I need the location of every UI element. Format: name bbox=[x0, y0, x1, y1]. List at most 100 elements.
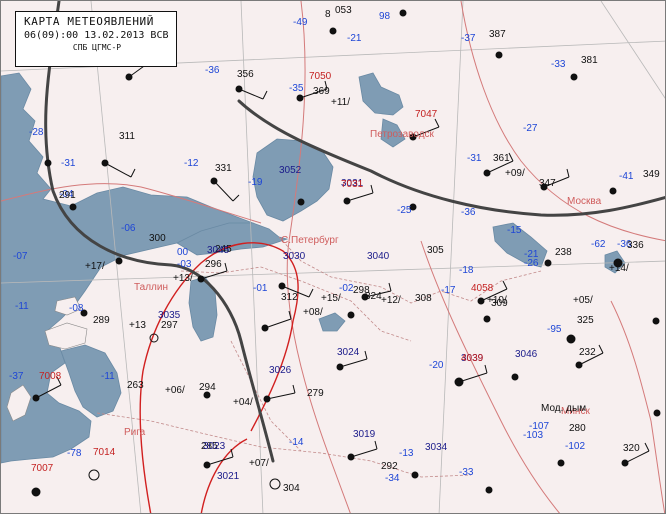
station-reading: -102 bbox=[565, 441, 585, 452]
station-reading: 232 bbox=[579, 347, 596, 358]
station-reading: 00 bbox=[177, 247, 189, 258]
station-reading: -08 bbox=[69, 303, 84, 314]
station-reading: -35 bbox=[289, 83, 304, 94]
station-reading: 7050 bbox=[309, 71, 332, 82]
station-reading: 7007 bbox=[31, 463, 54, 474]
station-reading: -01 bbox=[253, 283, 268, 294]
station-reading: -37 bbox=[9, 371, 24, 382]
map-title-box: КАРТА МЕТЕОЯВЛЕНИЙ 06(09):00 13.02.2013 … bbox=[15, 11, 177, 67]
station-reading: 349 bbox=[643, 169, 660, 180]
station-reading: -03 bbox=[177, 259, 192, 270]
station-reading: -36 bbox=[205, 65, 220, 76]
station-reading: -20 bbox=[429, 360, 444, 371]
station-reading: 3026 bbox=[269, 365, 292, 376]
station-reading: -17 bbox=[441, 285, 456, 296]
city-label-riga: Рига bbox=[124, 427, 146, 438]
station-reading: 297 bbox=[161, 320, 178, 331]
station-reading: 3040 bbox=[367, 251, 390, 262]
station-reading: 3030 bbox=[283, 251, 306, 262]
station-reading: 336 bbox=[627, 240, 644, 251]
station-reading: 294 bbox=[199, 382, 216, 393]
station-reading: 298 bbox=[353, 285, 370, 296]
station-reading: -37 bbox=[461, 33, 476, 44]
station-reading: 263 bbox=[127, 380, 144, 391]
map-title: КАРТА МЕТЕОЯВЛЕНИЙ bbox=[24, 15, 155, 28]
station-reading: 381 bbox=[581, 55, 598, 66]
station-reading: 3035 bbox=[158, 310, 181, 321]
station-reading: 3023 bbox=[203, 441, 226, 452]
station-reading: -27 bbox=[523, 123, 538, 134]
station-reading: 3034 bbox=[425, 442, 448, 453]
station-reading: -95 bbox=[547, 324, 562, 335]
station-reading: -31 bbox=[467, 153, 482, 164]
station-reading: 289 bbox=[93, 315, 110, 326]
station-reading: -15 bbox=[507, 225, 522, 236]
station-reading: -33 bbox=[459, 467, 474, 478]
station-reading: 356 bbox=[237, 69, 254, 80]
station-reading: 292 bbox=[381, 461, 398, 472]
synoptic-map-canvas: Петрозаводск С.Петербург Таллин Рига Мос… bbox=[1, 1, 665, 513]
station-reading: 3052 bbox=[279, 165, 302, 176]
station-reading: +11/ bbox=[331, 97, 350, 108]
station-reading: 320 bbox=[623, 443, 640, 454]
station-reading: +15/ bbox=[321, 293, 341, 304]
station-reading: 238 bbox=[555, 247, 572, 258]
station-reading: 300 bbox=[149, 233, 166, 244]
station-reading: +17/ bbox=[85, 261, 105, 272]
station-reading: -103 bbox=[523, 430, 543, 441]
station-reading: 387 bbox=[489, 29, 506, 40]
station-reading: -14 bbox=[289, 437, 304, 448]
station-reading: -12 bbox=[184, 158, 199, 169]
station-reading: +12/ bbox=[381, 295, 401, 306]
station-reading: -78 bbox=[67, 448, 82, 459]
station-reading: 4058 bbox=[471, 283, 494, 294]
station-reading: 361 bbox=[493, 153, 510, 164]
weather-map: Петрозаводск С.Петербург Таллин Рига Мос… bbox=[0, 0, 666, 514]
station-reading: +09/ bbox=[505, 168, 525, 179]
station-reading: 279 bbox=[307, 388, 324, 399]
station-reading: 312 bbox=[281, 292, 298, 303]
city-label-moscow: Москва bbox=[567, 196, 602, 207]
station-reading: 291 bbox=[59, 190, 76, 201]
station-reading: 3021 bbox=[217, 471, 240, 482]
station-reading: +10/ bbox=[487, 295, 507, 306]
station-reading: 347 bbox=[539, 178, 556, 189]
station-reading: 3045 bbox=[207, 245, 230, 256]
station-reading: -19 bbox=[248, 177, 263, 188]
station-reading: +05/ bbox=[573, 295, 593, 306]
station-reading: -21 bbox=[347, 33, 362, 44]
station-reading: 331 bbox=[215, 163, 232, 174]
station-reading: -33 bbox=[551, 59, 566, 70]
station-reading: 7008 bbox=[39, 371, 62, 382]
station-reading: -62 bbox=[591, 239, 606, 250]
station-reading: -41 bbox=[619, 171, 634, 182]
station-reading: 7031 bbox=[341, 179, 364, 190]
station-reading: 308 bbox=[415, 293, 432, 304]
station-reading: -26 bbox=[524, 258, 539, 269]
map-source: СПБ ЦГМС-Р bbox=[72, 43, 122, 52]
station-reading: -49 bbox=[293, 17, 308, 28]
station-reading: -28 bbox=[29, 127, 44, 138]
station-reading: +07/ bbox=[249, 458, 269, 469]
station-reading: 7047 bbox=[415, 109, 438, 120]
station-reading: 369 bbox=[313, 86, 330, 97]
station-reading: 325 bbox=[577, 315, 594, 326]
station-reading: 296 bbox=[205, 259, 222, 270]
station-reading: +08/ bbox=[303, 307, 323, 318]
station-reading: -36 bbox=[461, 207, 476, 218]
station-reading: 7014 bbox=[93, 447, 116, 458]
station-reading: 305 bbox=[427, 245, 444, 256]
station-reading: 280 bbox=[569, 423, 586, 434]
station-reading: -06 bbox=[121, 223, 136, 234]
station-reading: 4039 bbox=[461, 353, 484, 364]
station-reading: -02 bbox=[339, 283, 354, 294]
station-reading: 98 bbox=[379, 11, 391, 22]
station-reading: 8 bbox=[325, 9, 331, 20]
station-reading: 3019 bbox=[353, 429, 376, 440]
station-reading: -18 bbox=[459, 265, 474, 276]
station-reading: 304 bbox=[283, 483, 300, 494]
station-reading: 3046 bbox=[515, 349, 538, 360]
station-reading: -25 bbox=[397, 205, 412, 216]
station-reading: -07 bbox=[13, 251, 28, 262]
station-reading: 3024 bbox=[337, 347, 360, 358]
